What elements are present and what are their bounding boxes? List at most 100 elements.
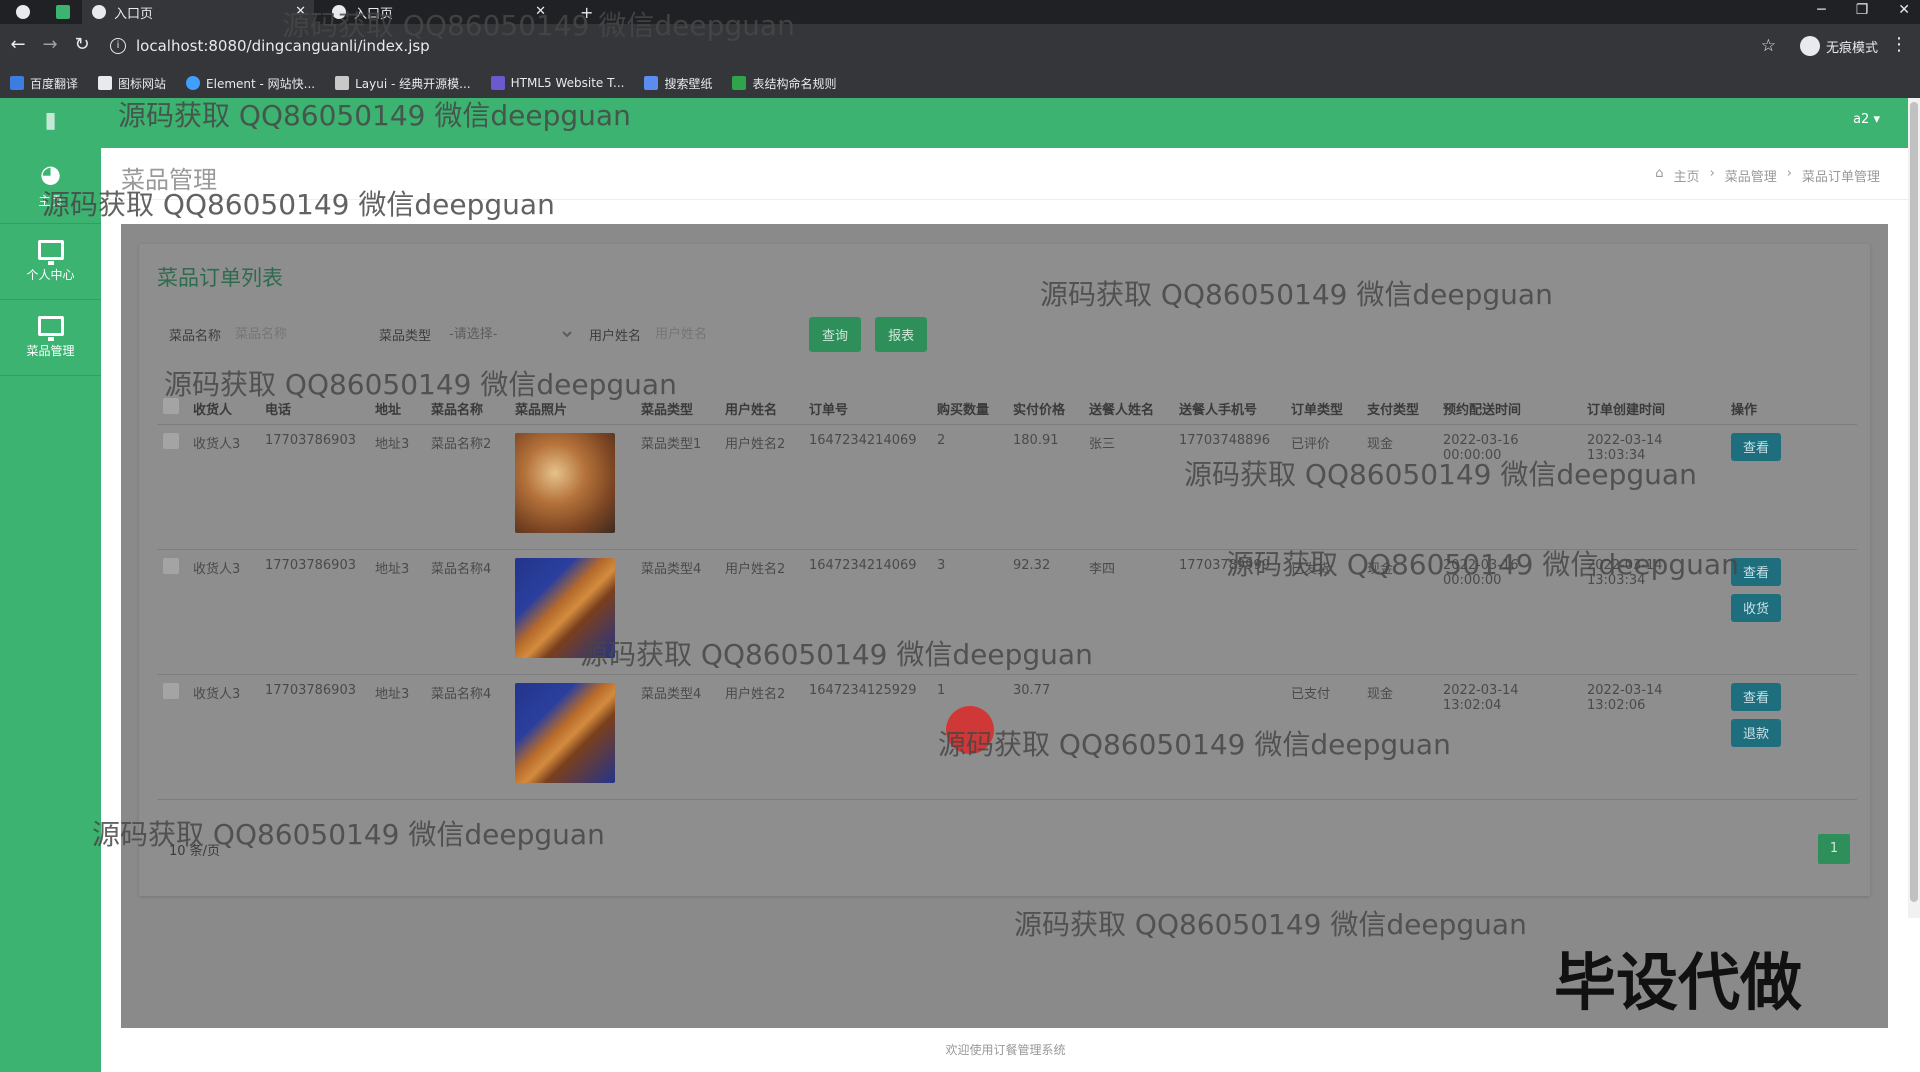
cell-price: 180.91 <box>1007 424 1083 550</box>
cell-phone: 17703786903 <box>259 424 369 550</box>
forward-icon[interactable]: → <box>38 34 62 55</box>
translate-icon <box>10 76 24 90</box>
cell-dish-type: 菜品类型1 <box>635 424 719 550</box>
watermark: 源码获取 QQ86050149 微信deepguan <box>1014 908 1527 941</box>
browser-icon <box>6 0 46 24</box>
sidebar: ▮ ◕ 主页 个人中心 菜品管理 <box>0 98 101 1072</box>
bookmark-item[interactable]: 搜索壁纸 <box>644 75 712 92</box>
minimize-button[interactable]: ─ <box>1817 2 1825 18</box>
bookmark-item[interactable]: HTML5 Website T... <box>490 76 625 90</box>
bookmark-item[interactable]: Layui - 经典开源模... <box>335 75 471 92</box>
cell-qty: 2 <box>931 424 1007 550</box>
bookmark-item[interactable]: 表结构命名规则 <box>732 75 836 92</box>
tab-title: 入口页 <box>114 6 154 22</box>
app-root: ▮ ◕ 主页 个人中心 菜品管理 a2 ▾ 菜品管理 ⌂ 主页 › 菜品管理 ›… <box>0 98 1920 1072</box>
view-button[interactable]: 查看 <box>1731 432 1781 461</box>
search-form: 菜品名称 菜品类型 -请选择- 用户姓名 查询 报表 <box>169 316 1269 352</box>
watermark: 源码获取 QQ86050149 微信deepguan <box>282 9 795 42</box>
column-header: 操作 <box>1725 374 1857 425</box>
tab-active[interactable]: 入口页 ✕ <box>82 0 314 24</box>
query-button[interactable]: 查询 <box>809 316 862 352</box>
cell-dish-name: 菜品名称2 <box>425 424 509 550</box>
bookmark-label: Layui - 经典开源模... <box>355 76 471 91</box>
promo-stamp: 毕设代做 <box>1554 946 1803 1019</box>
row-checkbox[interactable] <box>163 682 179 699</box>
footer-text: 欢迎使用订餐管理系统 <box>101 1028 1910 1072</box>
user-name-input[interactable] <box>655 326 766 342</box>
bookmark-label: 百度翻译 <box>30 76 79 91</box>
view-button[interactable]: 查看 <box>1731 682 1781 711</box>
page-number-button[interactable]: 1 <box>1818 834 1850 864</box>
cell-created: 2022-03-14 13:02:06 <box>1581 674 1725 800</box>
monitor-icon <box>37 240 64 265</box>
bookmark-star-icon[interactable]: ☆ <box>1761 36 1776 56</box>
bookmark-item[interactable]: 图标网站 <box>98 75 166 92</box>
column-header: 订单创建时间 <box>1581 374 1725 425</box>
watermark: 源码获取 QQ86050149 微信deepguan <box>118 99 631 132</box>
user-menu[interactable]: a2 ▾ <box>1853 112 1880 127</box>
row-checkbox[interactable] <box>163 432 179 449</box>
cell-receiver: 收货人3 <box>187 549 259 675</box>
dish-photo <box>515 432 615 533</box>
globe-icon <box>92 5 106 19</box>
cell-user-name: 用户姓名2 <box>719 424 803 550</box>
table-icon <box>732 76 747 90</box>
report-button[interactable]: 报表 <box>875 316 928 352</box>
cell-phone: 17703786903 <box>259 674 369 800</box>
cell-order-no: 1647234125929 <box>803 674 931 800</box>
page-scrollbar[interactable] <box>1908 98 1920 918</box>
cell-order-no: 1647234214069 <box>803 424 931 550</box>
breadcrumb-current: 菜品订单管理 <box>1801 170 1880 185</box>
close-window-button[interactable]: ✕ <box>1898 2 1910 18</box>
info-icon[interactable]: i <box>110 38 126 54</box>
bookmark-item[interactable]: 百度翻译 <box>10 75 78 92</box>
bookmark-label: 图标网站 <box>118 76 167 91</box>
breadcrumb-dish-management[interactable]: 菜品管理 <box>1725 166 1777 185</box>
receive-button[interactable]: 收货 <box>1731 593 1781 622</box>
cell-phone: 17703786903 <box>259 549 369 675</box>
browser-menu-icon[interactable]: ⋮ <box>1890 34 1908 55</box>
app-tab-icon[interactable] <box>46 0 80 24</box>
incognito-indicator[interactable]: 无痕模式 <box>1799 36 1878 56</box>
bookmark-item[interactable]: Element - 网站快... <box>186 75 315 92</box>
dish-type-select[interactable]: -请选择- <box>445 325 576 343</box>
user-name-label: 用户姓名 <box>589 328 642 344</box>
column-header: 支付类型 <box>1361 374 1437 425</box>
sidebar-item-dish-management[interactable]: 菜品管理 <box>0 300 101 376</box>
column-header: 送餐人姓名 <box>1083 374 1173 425</box>
incognito-label: 无痕模式 <box>1825 40 1878 56</box>
dish-name-input[interactable] <box>235 326 346 342</box>
restore-button[interactable]: ❐ <box>1856 2 1869 18</box>
back-icon[interactable]: ← <box>6 34 30 55</box>
panel-title: 菜品订单列表 <box>157 266 283 290</box>
scrollbar-thumb[interactable] <box>1910 102 1918 902</box>
bookmark-label: 搜索壁纸 <box>664 76 713 91</box>
cell-courier: 李四 <box>1083 549 1173 675</box>
cell-address: 地址3 <box>369 424 425 550</box>
watermark: 源码获取 QQ86050149 微信deepguan <box>938 728 1451 761</box>
watermark: 源码获取 QQ86050149 微信deepguan <box>92 818 605 851</box>
logo-icon: ▮ <box>44 108 57 133</box>
reload-icon[interactable]: ↻ <box>70 34 94 55</box>
dish-photo <box>515 682 615 783</box>
cell-address: 地址3 <box>369 674 425 800</box>
workspace-overlay: 菜品订单列表 菜品名称 菜品类型 -请选择- 用户姓名 查询 报表 收货 <box>121 224 1888 1028</box>
watermark: 源码获取 QQ86050149 微信deepguan <box>1040 278 1553 311</box>
row-checkbox[interactable] <box>163 557 179 574</box>
watermark: 源码获取 QQ86050149 微信deepguan <box>580 638 1093 671</box>
watermark: 源码获取 QQ86050149 微信deepguan <box>1184 458 1697 491</box>
cell-delivery-time: 2022-03-14 13:02:04 <box>1437 674 1581 800</box>
chevron-right-icon: › <box>1709 166 1715 181</box>
bookmark-label: HTML5 Website T... <box>510 76 625 90</box>
window-controls: ─ ❐ ✕ <box>1817 2 1910 18</box>
flag-icon <box>98 76 113 90</box>
column-header: 用户姓名 <box>719 374 803 425</box>
cell-courier: 张三 <box>1083 424 1173 550</box>
cell-address: 地址3 <box>369 549 425 675</box>
column-header: 送餐人手机号 <box>1173 374 1285 425</box>
refund-button[interactable]: 退款 <box>1731 718 1781 747</box>
watermark: 源码获取 QQ86050149 微信deepguan <box>1226 548 1739 581</box>
sidebar-item-profile[interactable]: 个人中心 <box>0 224 101 300</box>
watermark: 源码获取 QQ86050149 微信deepguan <box>42 188 555 221</box>
breadcrumb-home[interactable]: 主页 <box>1674 166 1700 185</box>
